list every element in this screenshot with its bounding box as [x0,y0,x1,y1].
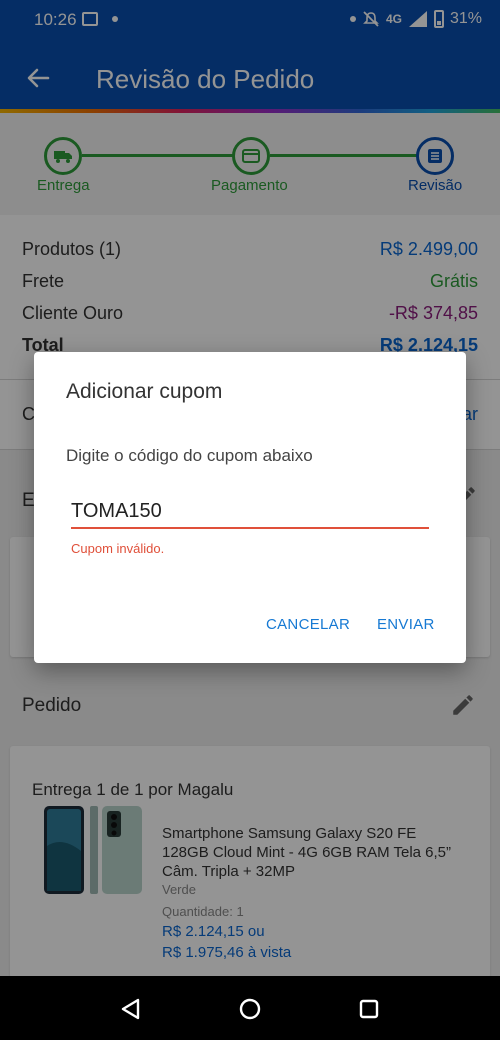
dialog-message: Digite o código do cupom abaixo [66,446,313,465]
dialog-title: Adicionar cupom [66,380,223,403]
coupon-error-message: Cupom inválido. [71,541,165,556]
cancel-button[interactable]: CANCELAR [266,616,350,633]
nav-recents-icon[interactable] [354,994,384,1024]
nav-home-icon[interactable] [235,994,265,1024]
nav-back-icon[interactable] [116,994,146,1024]
coupon-code-input[interactable] [71,495,429,529]
system-nav-bar [0,976,500,1040]
add-coupon-dialog: Adicionar cupom Digite o código do cupom… [34,352,466,663]
submit-button[interactable]: ENVIAR [377,616,435,633]
